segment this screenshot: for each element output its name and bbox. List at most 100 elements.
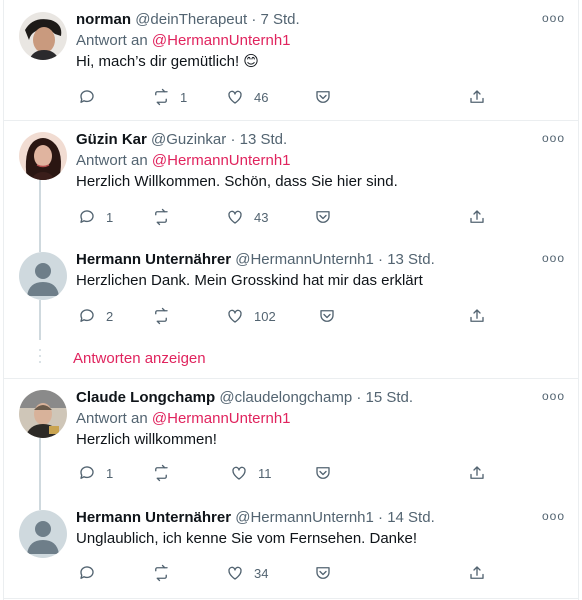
- more-icon[interactable]: ooo: [542, 510, 565, 522]
- tweet-1[interactable]: norman @deinTherapeut · 7 Std. ooo Antwo…: [3, 8, 579, 118]
- share-button[interactable]: [468, 87, 486, 107]
- pocket-icon: [316, 91, 330, 103]
- avatar-guzin-kar[interactable]: [19, 132, 67, 180]
- reply-button[interactable]: [78, 563, 106, 583]
- tweet-actions: 1 46: [76, 87, 492, 107]
- share-button[interactable]: [468, 306, 486, 326]
- pocket-button[interactable]: [314, 87, 332, 107]
- author-handle[interactable]: @HermannUnternh1: [235, 509, 374, 526]
- tweet-2[interactable]: Güzin Kar @Guzinkar · 13 Std. ooo Antwor…: [3, 128, 579, 238]
- like-count: 11: [258, 465, 272, 481]
- pocket-button[interactable]: [318, 306, 336, 326]
- like-button[interactable]: 102: [226, 306, 276, 326]
- avatar-default[interactable]: [19, 252, 67, 300]
- reply-mention[interactable]: @HermannUnternh1: [152, 152, 291, 169]
- tweet-time[interactable]: 7 Std.: [261, 11, 300, 28]
- like-button[interactable]: 34: [226, 563, 268, 583]
- author-handle[interactable]: @deinTherapeut: [135, 11, 247, 28]
- separator-dot: ·: [251, 11, 257, 28]
- retweet-icon: [155, 88, 168, 106]
- tweet-text: Unglaublich, ich kenne Sie vom Fernsehen…: [76, 530, 418, 547]
- reply-prefix: Antwort an: [76, 410, 148, 427]
- reply-mention[interactable]: @HermannUnternh1: [152, 32, 291, 49]
- retweet-icon: [155, 307, 168, 325]
- reply-icon: [80, 90, 94, 103]
- show-replies-link[interactable]: Antworten anzeigen: [73, 349, 206, 369]
- pocket-button[interactable]: [314, 563, 332, 583]
- separator-dot: ·: [230, 131, 236, 148]
- tweet-time[interactable]: 13 Std.: [240, 131, 288, 148]
- author-handle[interactable]: @Guzinkar: [151, 131, 226, 148]
- like-icon: [228, 90, 242, 104]
- tweet-actions: 1 43: [76, 207, 492, 227]
- reply-button[interactable]: 1: [78, 463, 113, 483]
- divider: [3, 378, 579, 379]
- share-button[interactable]: [468, 463, 486, 483]
- reply-button[interactable]: 1: [78, 207, 113, 227]
- like-count: 34: [254, 565, 269, 581]
- tweet-4[interactable]: Claude Longchamp @claudelongchamp · 15 S…: [3, 386, 579, 496]
- retweet-button[interactable]: [152, 306, 180, 326]
- author-handle[interactable]: @HermannUnternh1: [235, 251, 374, 268]
- separator-dot: ·: [378, 509, 384, 526]
- tweet-time[interactable]: 14 Std.: [387, 509, 435, 526]
- pocket-icon: [316, 211, 330, 223]
- more-icon[interactable]: ooo: [542, 252, 565, 264]
- like-button[interactable]: 43: [226, 207, 268, 227]
- retweet-button[interactable]: [152, 563, 180, 583]
- divider: [3, 120, 579, 121]
- more-icon[interactable]: ooo: [542, 132, 565, 144]
- author-handle[interactable]: @claudelongchamp: [219, 389, 352, 406]
- avatar-claude-longchamp[interactable]: [19, 390, 67, 438]
- author-name[interactable]: Güzin Kar: [76, 131, 147, 148]
- author-name[interactable]: Claude Longchamp: [76, 389, 215, 406]
- more-icon[interactable]: ooo: [542, 390, 565, 402]
- like-button[interactable]: 11: [230, 463, 272, 483]
- retweet-button[interactable]: [152, 463, 180, 483]
- retweet-icon: [155, 564, 168, 582]
- retweet-icon: [155, 464, 168, 482]
- avatar-default[interactable]: [19, 510, 67, 558]
- author-name[interactable]: Hermann Unternährer: [76, 251, 231, 268]
- like-button[interactable]: 46: [226, 87, 268, 107]
- tweet-text: Herzlich Willkommen. Schön, dass Sie hie…: [76, 173, 398, 190]
- like-icon: [228, 566, 242, 580]
- like-icon: [232, 466, 246, 480]
- author-name[interactable]: norman: [76, 11, 131, 28]
- pocket-icon: [320, 310, 334, 322]
- reply-button[interactable]: 2: [78, 306, 113, 326]
- share-icon: [470, 566, 484, 579]
- divider: [3, 598, 579, 599]
- share-button[interactable]: [468, 563, 486, 583]
- like-count: 43: [254, 209, 269, 225]
- like-count: 102: [254, 308, 276, 324]
- tweet-time[interactable]: 13 Std.: [387, 251, 435, 268]
- tweet-3[interactable]: Hermann Unternährer @HermannUnternh1 · 1…: [3, 248, 579, 338]
- reply-mention[interactable]: @HermannUnternh1: [152, 410, 291, 427]
- avatar-norman[interactable]: [19, 12, 67, 60]
- reply-count: 2: [106, 308, 114, 324]
- pocket-button[interactable]: [314, 207, 332, 227]
- author-name[interactable]: Hermann Unternährer: [76, 509, 231, 526]
- tweet-header: Hermann Unternährer @HermannUnternh1 · 1…: [76, 250, 435, 270]
- retweet-button[interactable]: 1: [152, 87, 187, 107]
- share-icon: [470, 90, 484, 103]
- like-icon: [228, 210, 242, 224]
- share-button[interactable]: [468, 207, 486, 227]
- tweet-text: Herzlich willkommen!: [76, 431, 217, 448]
- reply-button[interactable]: [78, 87, 106, 107]
- reply-count: 1: [106, 209, 114, 225]
- like-count: 46: [254, 89, 269, 105]
- reply-icon: [80, 309, 94, 322]
- tweet-header: Güzin Kar @Guzinkar · 13 Std.: [76, 130, 287, 150]
- pocket-button[interactable]: [314, 463, 332, 483]
- more-icon[interactable]: ooo: [542, 12, 565, 24]
- tweet-text: Herzlichen Dank. Mein Grosskind hat mir …: [76, 272, 423, 289]
- tweet-time[interactable]: 15 Std.: [366, 389, 414, 406]
- reply-prefix: Antwort an: [76, 152, 148, 169]
- retweet-button[interactable]: [152, 207, 180, 227]
- tweet-text: Hi, mach’s dir gemütlich! 😊: [76, 53, 259, 70]
- tweet-5[interactable]: Hermann Unternährer @HermannUnternh1 · 1…: [3, 506, 579, 596]
- separator-dot: ·: [378, 251, 384, 268]
- tweet-actions: 1 11: [76, 463, 492, 483]
